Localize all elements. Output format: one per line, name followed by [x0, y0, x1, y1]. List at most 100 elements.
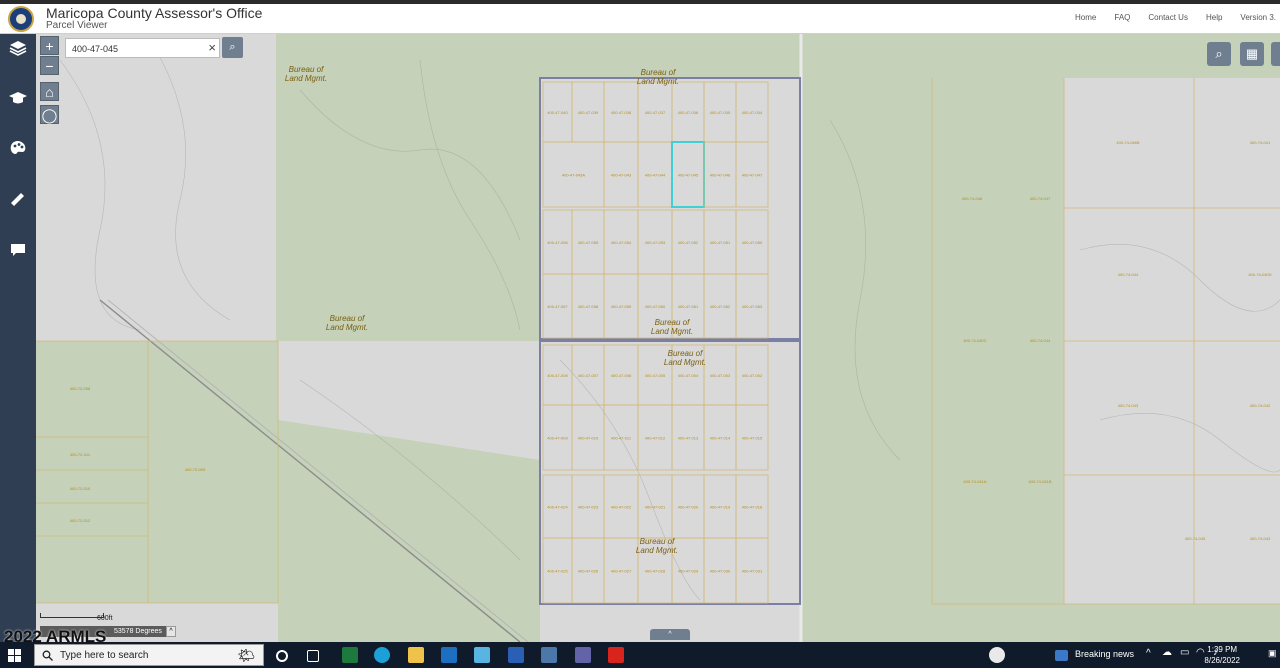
parcel-label: 400-47-062 — [710, 304, 731, 309]
more-tools-button[interactable] — [1271, 42, 1280, 66]
zoom-out-button[interactable]: − — [40, 56, 59, 75]
parcel-label: 400-47-027 — [611, 569, 632, 574]
windows-start-icon[interactable] — [8, 649, 21, 662]
network-icon[interactable]: ▭ — [1180, 647, 1189, 658]
parcel-label: 400-47-040 — [547, 110, 568, 115]
parcel-label: 400-47-009 — [547, 436, 568, 441]
excel-icon[interactable] — [342, 647, 358, 663]
taskbar-search-placeholder: Type here to search — [60, 650, 149, 661]
landowner-label: Bureau of Land Mgmt. — [637, 68, 679, 86]
comment-icon[interactable] — [8, 240, 28, 260]
parcel-label: 400-47-036 — [678, 110, 699, 115]
parcel-label: 400-47-003 — [710, 373, 731, 378]
home-icon: ⌂ — [45, 84, 54, 100]
parcel-label: 400-47-044 — [645, 173, 666, 178]
parcel-label: 400-47-006 — [611, 373, 632, 378]
blm-land-area — [36, 341, 278, 603]
parcel-label: 400-74-043 — [1118, 403, 1139, 408]
parcel-label: 400-47-054 — [611, 240, 632, 245]
outlook-icon[interactable] — [441, 647, 457, 663]
clear-search-icon[interactable]: × — [208, 40, 216, 56]
cortana-icon[interactable] — [276, 650, 288, 662]
show-hidden-icons-icon[interactable]: ^ — [1146, 648, 1151, 659]
parcel-label: 400-47-025 — [547, 569, 568, 574]
parcel-label: 400-47-014 — [710, 436, 731, 441]
parcel-label: 400-47-029 — [678, 569, 699, 574]
map-view[interactable]: 400-47-040 400-47-039 400-47-038 400-47-037… — [36, 34, 1280, 642]
search-button[interactable]: ⌕ — [222, 37, 243, 58]
grid-icon: ▦ — [1245, 46, 1259, 61]
nav-faq[interactable]: FAQ — [1114, 13, 1130, 22]
parcel-label: 400-74-047 — [1030, 196, 1051, 201]
parcel-label: 400-47-050 — [742, 240, 763, 245]
coordinate-toggle-button[interactable]: ^ — [166, 626, 176, 637]
locate-button[interactable]: ◯ — [40, 105, 59, 124]
parcel-label: 400-47-035 — [710, 110, 731, 115]
parcel-label: 400-47-021 — [645, 505, 666, 510]
basemap-gallery-button[interactable]: ▦ — [1240, 42, 1264, 66]
parcel-label: 400-47-004 — [678, 373, 699, 378]
expand-panel-tab[interactable]: ^ — [650, 629, 690, 640]
task-view-icon[interactable] — [307, 650, 319, 662]
parcel-label: 400-47-061 — [678, 304, 699, 309]
ruler-icon[interactable] — [8, 188, 28, 208]
acrobat-icon[interactable] — [608, 647, 624, 663]
parcel-label: 400-74-041A — [963, 479, 986, 484]
parcel-label: 400-74-042 — [1250, 403, 1271, 408]
breaking-news-label[interactable]: Breaking news — [1075, 649, 1134, 659]
help-icon[interactable] — [989, 647, 1005, 663]
taskbar-clock[interactable]: 1:39 PM 8/26/2022 — [1204, 644, 1240, 666]
parcel-label: 400-72-011 — [70, 452, 91, 457]
app-title: Maricopa County Assessor's Office — [46, 5, 263, 21]
file-explorer-icon[interactable] — [408, 647, 424, 663]
parcel-map[interactable]: 400-47-040 400-47-039 400-47-038 400-47-037… — [36, 34, 1280, 642]
nav-help[interactable]: Help — [1206, 13, 1222, 22]
parcel-label: 400-47-020 — [678, 505, 699, 510]
parcel-label: 400-47-013 — [678, 436, 699, 441]
parcel-label: 400-47-002 — [742, 373, 763, 378]
parcel-label: 400-47-038 — [611, 110, 632, 115]
cloud-icon[interactable]: ☁ — [1162, 647, 1172, 658]
layers-icon[interactable] — [8, 38, 28, 58]
parcel-label: 400-72-012 — [70, 518, 91, 523]
home-button[interactable]: ⌂ — [40, 82, 59, 101]
nav-contact-us[interactable]: Contact Us — [1148, 13, 1188, 22]
news-icon[interactable] — [1055, 650, 1068, 661]
parcel-label: 400-47-026 — [578, 569, 599, 574]
parcel-label: 400-47-045 — [678, 173, 699, 178]
parcel-search-input[interactable] — [66, 41, 208, 57]
clock-date: 8/26/2022 — [1204, 656, 1240, 665]
palette-icon[interactable] — [8, 138, 28, 158]
parcel-label: 400-47-056 — [547, 240, 568, 245]
parcel-label: 400-47-034 — [742, 110, 763, 115]
edge-icon[interactable] — [374, 647, 390, 663]
teams-icon[interactable] — [575, 647, 591, 663]
blm-land-area — [932, 604, 1280, 642]
search-icon: ⌕ — [1215, 46, 1223, 61]
taskbar-search[interactable]: Type here to search 🌤 — [34, 644, 264, 666]
search-icon: ⌕ — [229, 41, 236, 53]
locate-icon: ◯ — [41, 107, 58, 123]
graduation-cap-icon[interactable] — [8, 88, 28, 108]
landowner-label: Bureau of Land Mgmt. — [326, 314, 368, 332]
parcel-label: 400-47-037 — [645, 110, 666, 115]
zoom-in-button[interactable]: + — [40, 36, 59, 55]
parcel-label: 400-47-005 — [645, 373, 666, 378]
parcel-label: 400-72-010 — [70, 486, 91, 491]
photos-icon[interactable] — [541, 647, 557, 663]
app-header: Maricopa County Assessor's Office Parcel… — [0, 4, 1280, 34]
notification-icon[interactable]: ▣ — [1268, 648, 1277, 659]
parcel-search: × — [65, 38, 220, 58]
parcel-label: 400-74-043 — [1250, 536, 1271, 541]
map-search-button[interactable]: ⌕ — [1207, 42, 1231, 66]
nav-home[interactable]: Home — [1075, 13, 1096, 22]
nav-version[interactable]: Version 3. — [1240, 13, 1276, 22]
word-icon[interactable] — [508, 647, 524, 663]
parcel-label: 400-74-041 — [1250, 140, 1271, 145]
search-icon — [42, 650, 53, 661]
parcel-label: 400-47-053 — [645, 240, 666, 245]
parcel-label: 400-47-039 — [578, 110, 599, 115]
app-subtitle: Parcel Viewer — [46, 20, 108, 31]
parcel-label: 400-47-018 — [742, 505, 763, 510]
app-icon[interactable] — [474, 647, 490, 663]
